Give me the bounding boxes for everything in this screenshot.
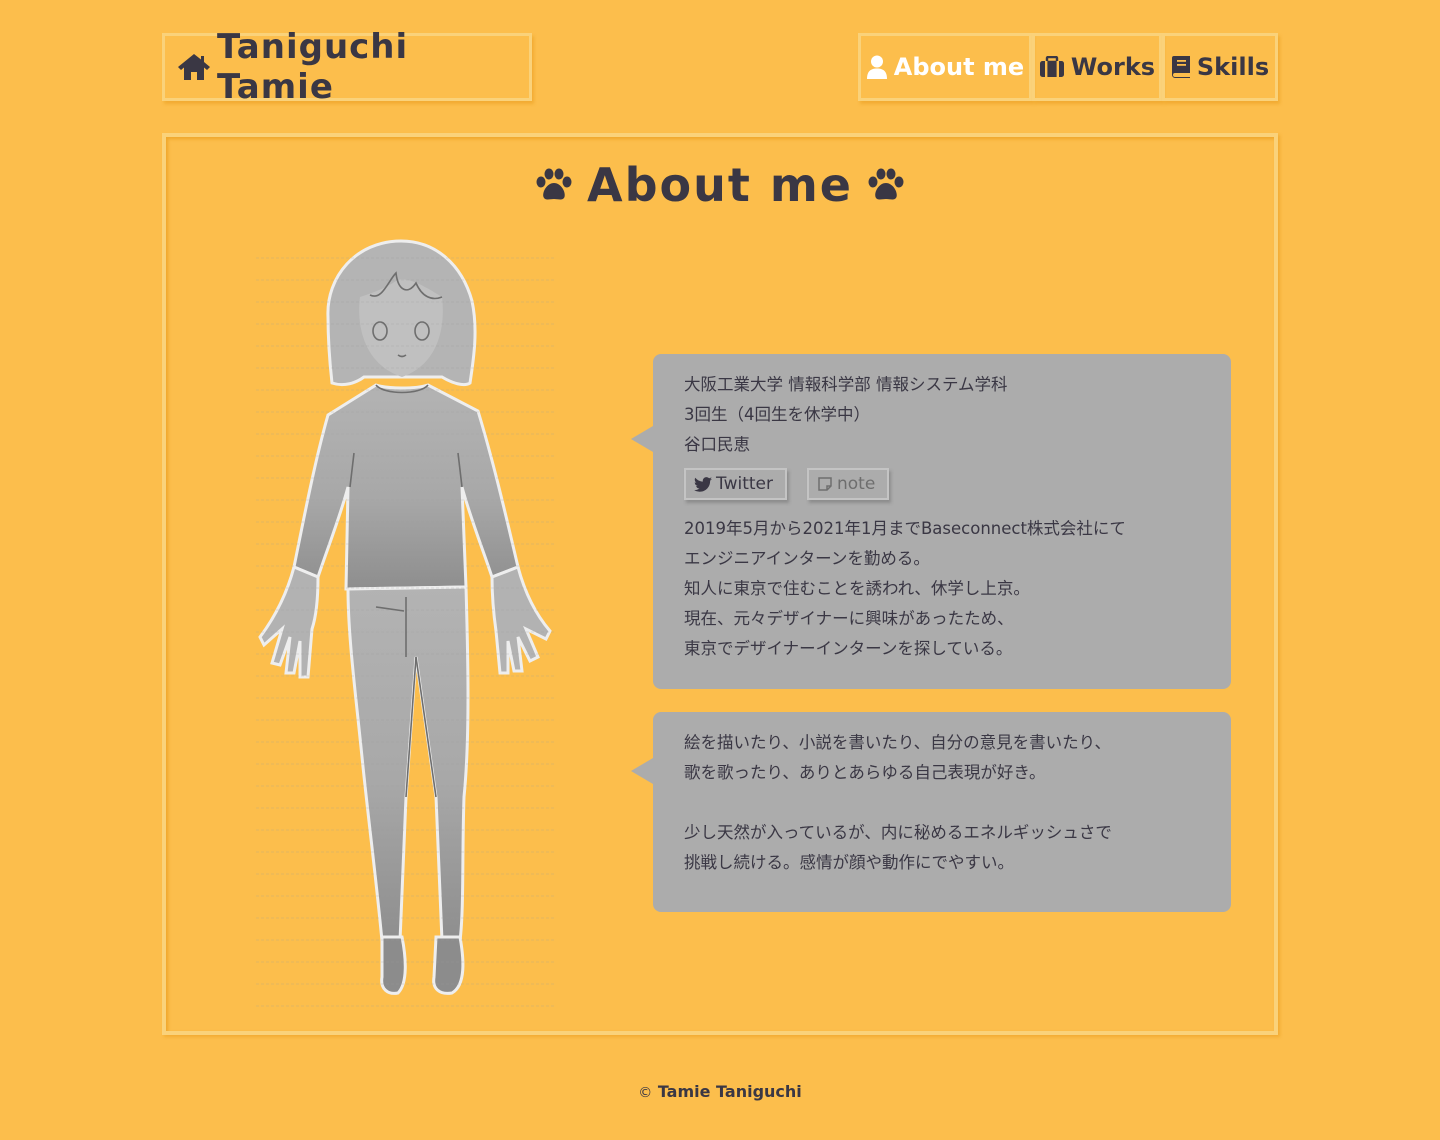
logo-text: Taniguchi Tamie [217, 27, 409, 107]
profile-body-line: 知人に東京で住むことを誘われ、休学し上京。 [684, 579, 1030, 598]
profile-grade: 3回生（4回生を休学中） [684, 405, 870, 424]
profile-university: 大阪工業大学 情報科学部 情報システム学科 [684, 375, 1008, 394]
paw-icon [535, 168, 573, 202]
nav-item-label: Works [1070, 53, 1156, 81]
profile-body-line: 2019年5月から2021年1月までBaseconnect株式会社にて [684, 519, 1126, 538]
section-title-row: About me [166, 155, 1274, 215]
nav-item-skills[interactable]: Skills [1162, 33, 1278, 101]
about-section: About me 大阪工業大学 情報科学部 情報システム学科 3回生（4回生を休… [162, 133, 1278, 1035]
briefcase-icon [1039, 56, 1065, 78]
speech-bubble-profile: 大阪工業大学 情報科学部 情報システム学科 3回生（4回生を休学中） 谷口民恵 … [631, 354, 1231, 689]
note-link-label: note [836, 474, 876, 494]
nav-item-label: About me [893, 53, 1025, 81]
note-link-button[interactable]: note [806, 468, 890, 500]
copyright-text: Tamie Taniguchi [657, 1082, 802, 1101]
twitter-link-button[interactable]: Twitter [684, 468, 787, 500]
twitter-icon [694, 476, 712, 492]
home-icon [177, 52, 211, 82]
character-illustration [256, 237, 556, 1007]
copyright-icon: © [638, 1085, 653, 1101]
site-footer: © Tamie Taniguchi [0, 1082, 1440, 1101]
page-title: About me [586, 158, 853, 212]
profile-name: 谷口民恵 [684, 435, 750, 454]
nav-item-label: Skills [1196, 53, 1270, 81]
nav-item-about-me[interactable]: About me [858, 33, 1032, 101]
site-header: Taniguchi Tamie About me Works Skills [0, 0, 1440, 110]
personality-line: 歌を歌ったり、ありとあらゆる自己表現が好き。 [684, 763, 1046, 782]
book-icon [1171, 55, 1191, 79]
personality-line: 挑戦し続ける。感情が顔や動作にでやすい。 [684, 853, 1014, 872]
user-icon [866, 55, 888, 79]
profile-body-line: 現在、元々デザイナーに興味があったため、 [684, 609, 1014, 628]
main-nav: About me Works Skills [858, 33, 1278, 101]
site-logo-link[interactable]: Taniguchi Tamie [162, 27, 532, 107]
personality-line: 絵を描いたり、小説を書いたり、自分の意見を書いたり、 [684, 733, 1112, 752]
twitter-link-label: Twitter [716, 474, 773, 494]
speech-bubble-personality: 絵を描いたり、小説を書いたり、自分の意見を書いたり、 歌を歌ったり、ありとあらゆ… [631, 712, 1231, 912]
profile-body-line: エンジニアインターンを勤める。 [684, 549, 930, 568]
personality-line: 少し天然が入っているが、内に秘めるエネルギッシュさで [684, 823, 1112, 842]
paw-icon [867, 168, 905, 202]
profile-body-line: 東京でデザイナーインターンを探している。 [684, 639, 1013, 658]
nav-item-works[interactable]: Works [1032, 33, 1162, 101]
social-links: Twitter note [684, 468, 1201, 502]
note-icon [817, 476, 833, 492]
